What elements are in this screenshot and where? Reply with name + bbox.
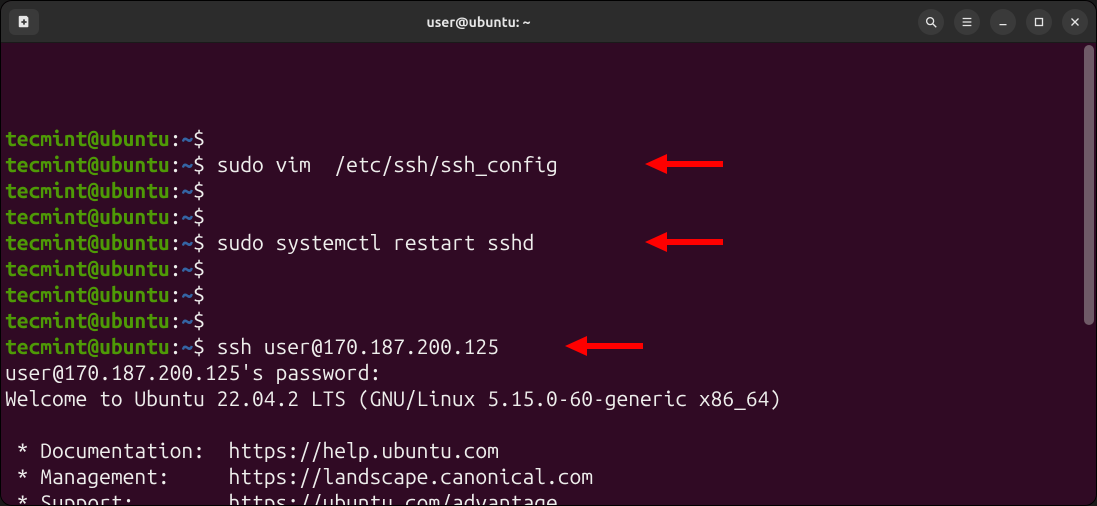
prompt-path: ~ — [181, 334, 193, 358]
titlebar: user@ubuntu: ~ — [1, 1, 1096, 43]
prompt-symbol: $ — [193, 308, 217, 332]
prompt-separator: : — [170, 152, 182, 176]
prompt-separator: : — [170, 230, 182, 254]
prompt-symbol: $ — [193, 204, 217, 228]
minimize-button[interactable] — [990, 9, 1016, 35]
terminal-line: tecmint@ubuntu:~$ — [5, 177, 1092, 203]
search-button[interactable] — [918, 9, 944, 35]
prompt-symbol: $ — [193, 178, 217, 202]
terminal-window: user@ubuntu: ~ tecmint@ubuntu:~$ tecmint… — [0, 0, 1097, 506]
output-text: * Management: https://landscape.canonica… — [5, 464, 593, 488]
output-text: user@170.187.200.125's password: — [5, 360, 381, 384]
terminal-line: * Management: https://landscape.canonica… — [5, 463, 1092, 489]
output-text: * Support: https://ubuntu.com/advantage — [5, 490, 558, 505]
terminal-line: * Support: https://ubuntu.com/advantage — [5, 489, 1092, 505]
prompt-path: ~ — [181, 256, 193, 280]
output-text: * Documentation: https://help.ubuntu.com — [5, 438, 499, 462]
terminal-line: tecmint@ubuntu:~$ — [5, 281, 1092, 307]
minimize-icon — [996, 15, 1010, 29]
prompt-path: ~ — [181, 152, 193, 176]
prompt-userhost: tecmint@ubuntu — [5, 334, 170, 358]
prompt-symbol: $ — [193, 334, 217, 358]
prompt-userhost: tecmint@ubuntu — [5, 178, 170, 202]
annotation-arrow — [645, 154, 723, 174]
prompt-userhost: tecmint@ubuntu — [5, 308, 170, 332]
terminal-line: tecmint@ubuntu:~$ — [5, 125, 1092, 151]
prompt-path: ~ — [181, 126, 193, 150]
command-text: ssh user@170.187.200.125 — [217, 334, 499, 358]
prompt-separator: : — [170, 126, 182, 150]
new-tab-button[interactable] — [9, 9, 39, 35]
prompt-separator: : — [170, 204, 182, 228]
prompt-path: ~ — [181, 178, 193, 202]
output-text — [5, 412, 17, 436]
prompt-symbol: $ — [193, 256, 217, 280]
prompt-path: ~ — [181, 230, 193, 254]
window-title: user@ubuntu: ~ — [39, 14, 918, 30]
prompt-symbol: $ — [193, 126, 217, 150]
annotation-arrow — [645, 232, 723, 252]
terminal-line: tecmint@ubuntu:~$ — [5, 203, 1092, 229]
close-button[interactable] — [1062, 9, 1088, 35]
prompt-path: ~ — [181, 308, 193, 332]
terminal-line: tecmint@ubuntu:~$ sudo systemctl restart… — [5, 229, 1092, 255]
terminal-line: tecmint@ubuntu:~$ sudo vim /etc/ssh/ssh_… — [5, 151, 1092, 177]
command-text: sudo systemctl restart sshd — [217, 230, 535, 254]
terminal-body[interactable]: tecmint@ubuntu:~$ tecmint@ubuntu:~$ sudo… — [1, 43, 1096, 505]
prompt-userhost: tecmint@ubuntu — [5, 126, 170, 150]
hamburger-icon — [960, 15, 974, 29]
new-tab-icon — [17, 15, 31, 29]
terminal-line: tecmint@ubuntu:~$ — [5, 255, 1092, 281]
prompt-userhost: tecmint@ubuntu — [5, 152, 170, 176]
prompt-separator: : — [170, 282, 182, 306]
terminal-line: tecmint@ubuntu:~$ ssh user@170.187.200.1… — [5, 333, 1092, 359]
prompt-userhost: tecmint@ubuntu — [5, 256, 170, 280]
maximize-icon — [1032, 15, 1046, 29]
terminal-line: user@170.187.200.125's password: — [5, 359, 1092, 385]
prompt-separator: : — [170, 308, 182, 332]
output-text: Welcome to Ubuntu 22.04.2 LTS (GNU/Linux… — [5, 386, 781, 410]
prompt-userhost: tecmint@ubuntu — [5, 282, 170, 306]
prompt-path: ~ — [181, 282, 193, 306]
prompt-separator: : — [170, 256, 182, 280]
search-icon — [924, 15, 938, 29]
command-text: sudo vim /etc/ssh/ssh_config — [217, 152, 558, 176]
prompt-userhost: tecmint@ubuntu — [5, 230, 170, 254]
prompt-userhost: tecmint@ubuntu — [5, 204, 170, 228]
maximize-button[interactable] — [1026, 9, 1052, 35]
menu-button[interactable] — [954, 9, 980, 35]
terminal-line: Welcome to Ubuntu 22.04.2 LTS (GNU/Linux… — [5, 385, 1092, 411]
prompt-separator: : — [170, 178, 182, 202]
terminal-line — [5, 411, 1092, 437]
annotation-arrow — [565, 336, 643, 356]
terminal-line: * Documentation: https://help.ubuntu.com — [5, 437, 1092, 463]
prompt-separator: : — [170, 334, 182, 358]
close-icon — [1068, 15, 1082, 29]
prompt-symbol: $ — [193, 230, 217, 254]
prompt-symbol: $ — [193, 282, 217, 306]
prompt-symbol: $ — [193, 152, 217, 176]
prompt-path: ~ — [181, 204, 193, 228]
terminal-line: tecmint@ubuntu:~$ — [5, 307, 1092, 333]
